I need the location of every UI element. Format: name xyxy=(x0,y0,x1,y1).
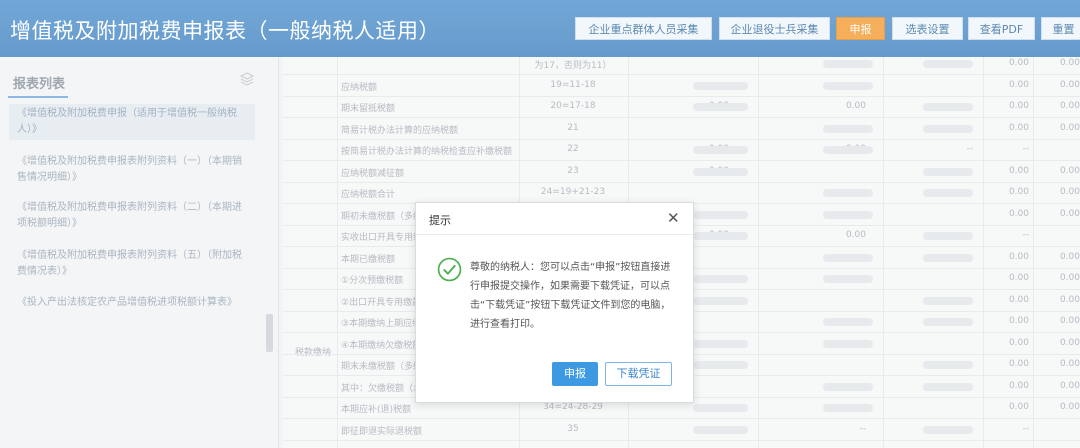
dialog-divider xyxy=(416,234,693,235)
close-icon[interactable]: ✕ xyxy=(667,211,680,226)
tip-dialog: 提示 ✕ 尊敬的纳税人：您可以点击“申报”按钮直接进行申报提交操作，如果需要下载… xyxy=(415,202,694,403)
download-voucher-button[interactable]: 下载凭证 xyxy=(605,362,672,386)
dialog-title: 提示 xyxy=(429,214,451,227)
dialog-message: 尊敬的纳税人：您可以点击“申报”按钮直接进行申报提交操作，如果需要下载凭证，可以… xyxy=(470,262,671,330)
dialog-declare-button[interactable]: 申报 xyxy=(552,362,598,386)
check-circle-icon xyxy=(437,257,462,282)
